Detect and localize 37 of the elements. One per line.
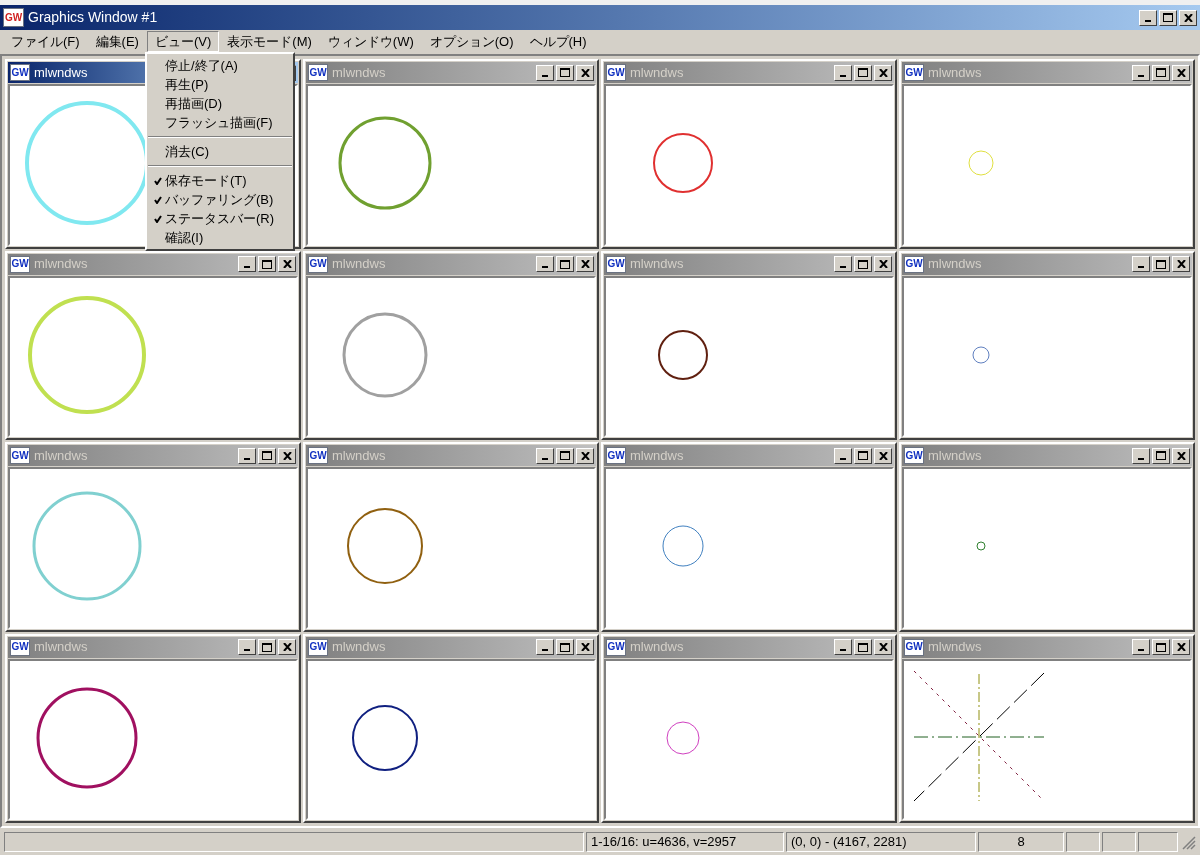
app-icon: GW: [904, 638, 924, 656]
app-icon: GW: [10, 638, 30, 656]
app-icon: GW: [606, 447, 626, 464]
child-window-title: mlwndws: [630, 638, 684, 657]
child-window-title: mlwndws: [34, 446, 88, 465]
status-text: 8: [978, 831, 1064, 852]
status-text: (0, 0) - (4167, 2281): [786, 831, 976, 852]
app-icon: GW: [606, 64, 626, 81]
child-window-title: mlwndws: [332, 638, 386, 657]
app-icon: GW: [606, 638, 626, 656]
app-icon: GW: [10, 64, 30, 81]
app-icon: GW: [10, 255, 30, 273]
child-window-title: mlwndws: [928, 638, 982, 657]
app-icon: GW: [904, 447, 924, 464]
child-window-title: mlwndws: [928, 255, 982, 274]
child-window-title: mlwndws: [928, 446, 982, 465]
app-icon: GW: [3, 8, 24, 27]
app-icon: GW: [904, 64, 924, 81]
app-icon: GW: [308, 64, 328, 81]
child-window-title: mlwndws: [332, 63, 386, 82]
window-title: Graphics Window #1: [28, 8, 158, 27]
app-icon: GW: [904, 255, 924, 273]
child-window-title: mlwndws: [928, 63, 982, 82]
app-icon: GW: [308, 255, 328, 273]
app-icon: GW: [10, 447, 30, 464]
child-window-title: mlwndws: [630, 255, 684, 274]
status-text: 1-16/16: u=4636, v=2957: [586, 831, 784, 852]
child-window-title: mlwndws: [630, 446, 684, 465]
child-window-title: mlwndws: [34, 63, 88, 82]
child-window-title: mlwndws: [34, 638, 88, 657]
child-window-title: mlwndws: [332, 255, 386, 274]
child-window-title: mlwndws: [630, 63, 684, 82]
app-icon: GW: [308, 638, 328, 656]
child-window-title: mlwndws: [332, 446, 386, 465]
app-icon: GW: [606, 255, 626, 273]
app-icon: GW: [308, 447, 328, 464]
child-window-title: mlwndws: [34, 255, 88, 274]
